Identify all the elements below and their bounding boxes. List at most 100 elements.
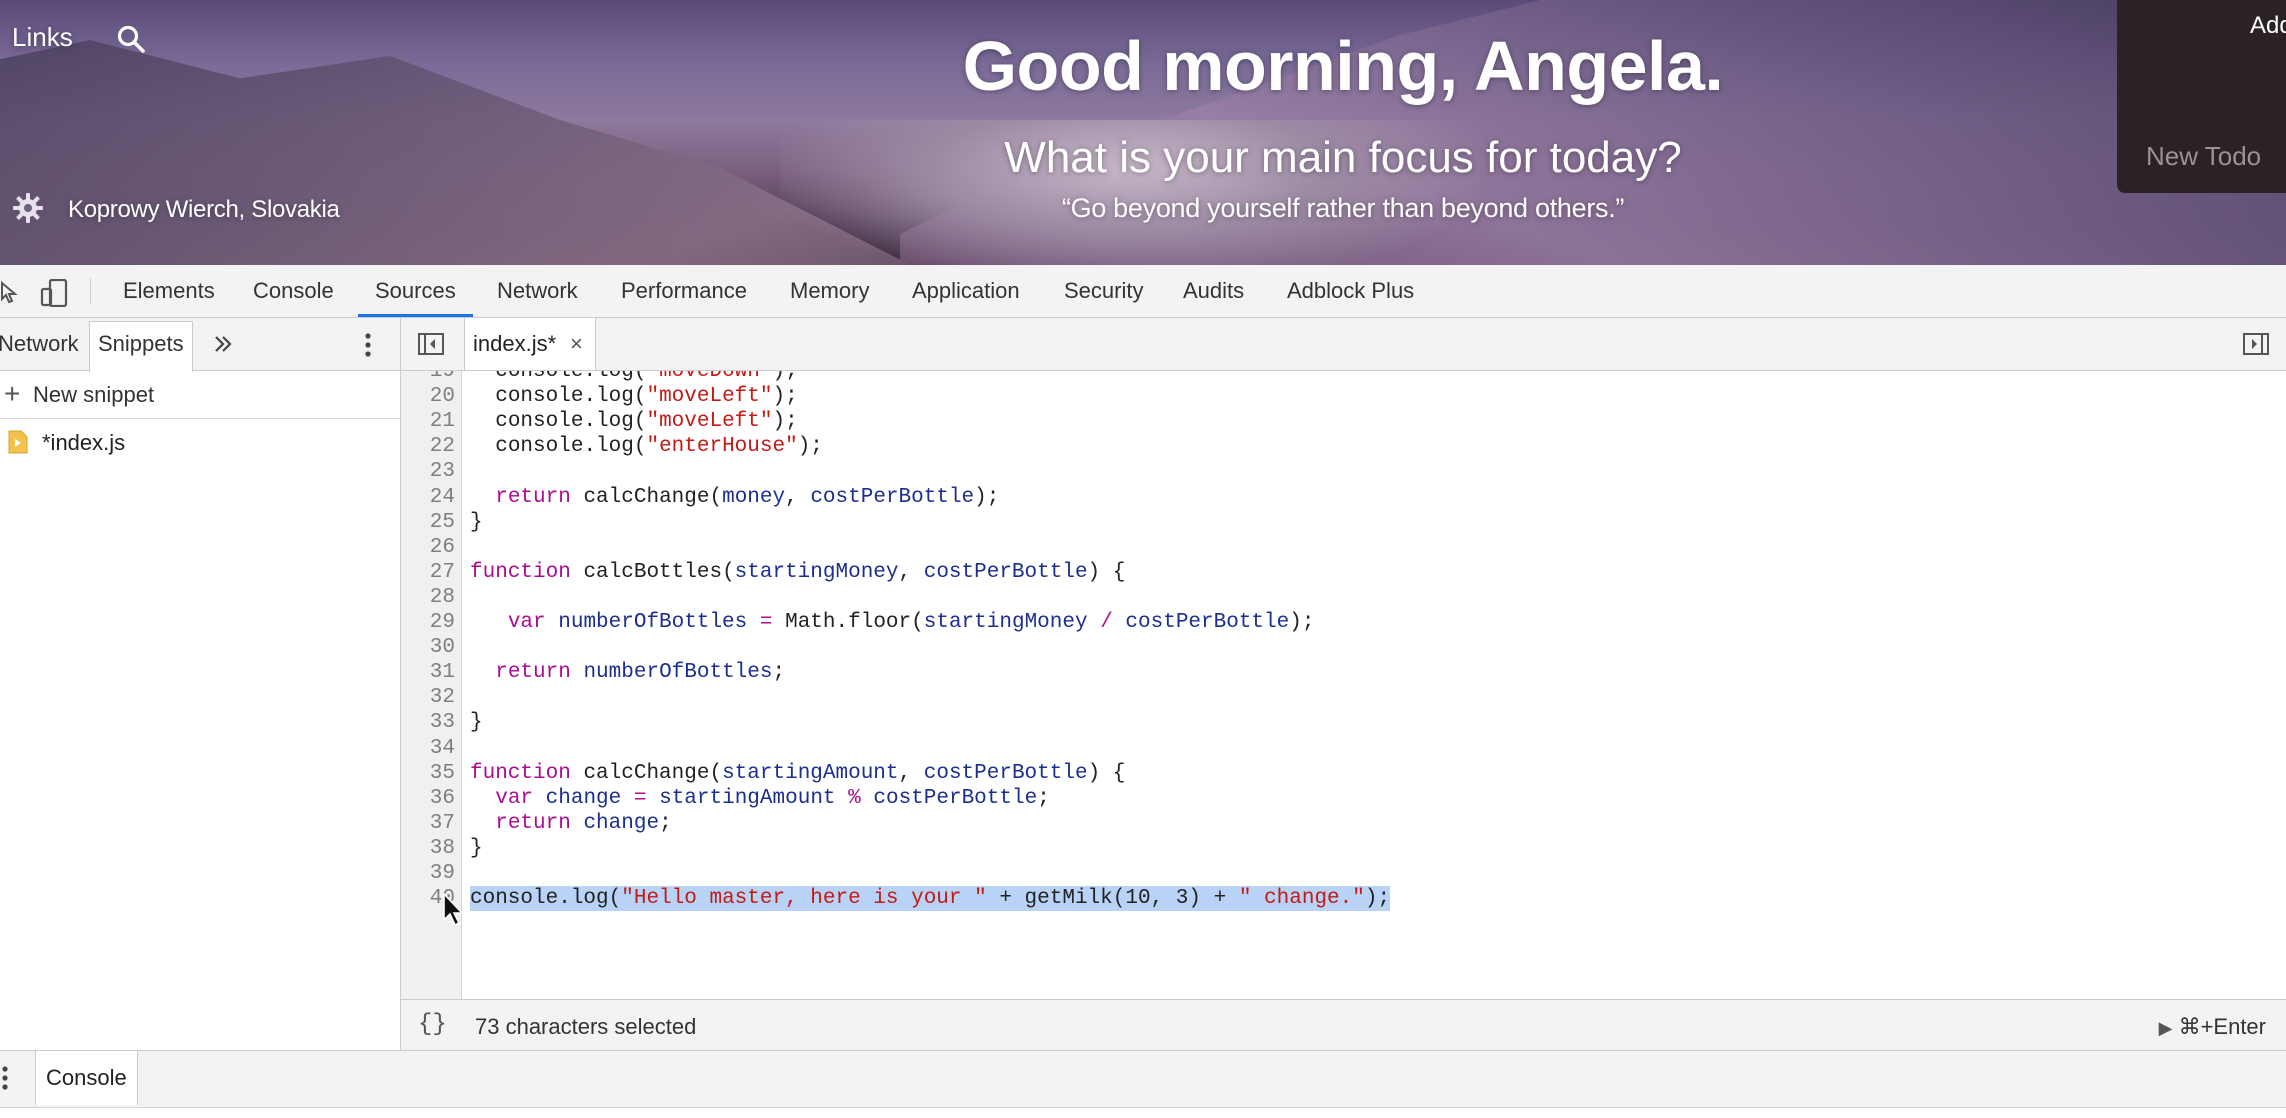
todo-add-label[interactable]: Add [2250,12,2286,40]
code-line[interactable]: 20 console.log("moveLeft"); [401,384,2286,409]
code-line[interactable]: 22 console.log("enterHouse"); [401,434,2286,459]
line-number[interactable]: 31 [401,660,455,685]
line-number[interactable]: 19 [401,371,455,384]
tab-adblock-plus[interactable]: Adblock Plus [1287,265,1414,317]
code-text: } [470,711,483,735]
console-drawer: Console [0,1050,2286,1118]
code-line[interactable]: 21 console.log("moveLeft"); [401,409,2286,434]
line-number[interactable]: 24 [401,485,455,510]
gear-icon[interactable] [12,192,44,224]
line-number[interactable]: 32 [401,685,455,710]
newtab-background: Links Good morning, Angela. What is your… [0,0,2286,265]
tab-memory[interactable]: Memory [790,265,869,317]
selected-code: console.log("Hello master, here is your … [470,886,1391,912]
line-number[interactable]: 38 [401,836,455,861]
editor-tabbar: index.js* × [401,318,2286,371]
devtools-tabbar: Elements Console Sources Network Perform… [0,265,2286,318]
line-number[interactable]: 36 [401,786,455,811]
drawer-menu-icon[interactable] [0,1065,10,1091]
tab-audits[interactable]: Audits [1183,265,1244,317]
code-text: console.log("enterHouse"); [495,435,823,459]
code-line[interactable]: 38} [401,836,2286,861]
more-vertical-icon[interactable] [363,332,373,358]
line-number[interactable]: 20 [401,384,455,409]
line-number[interactable]: 37 [401,811,455,836]
line-number[interactable]: 28 [401,585,455,610]
code-editor[interactable]: 19 console.log("moveDown"); 20 console.lo… [401,371,2286,999]
code-text: console.log("moveLeft"); [495,385,798,409]
todo-panel: Add New Todo [2117,0,2286,193]
code-text: console.log("moveLeft"); [495,410,798,434]
editor-tab-index-js[interactable]: index.js* × [464,318,596,370]
line-number[interactable]: 23 [401,459,455,484]
code-text: function calcChange(startingAmount, cost… [470,761,1126,785]
run-snippet-button[interactable]: ▶ ⌘+Enter [2159,1014,2266,1040]
code-line[interactable]: 31 return numberOfBottles; [401,660,2286,685]
code-line[interactable]: 37 return change; [401,811,2286,836]
tab-elements[interactable]: Elements [123,265,215,317]
tab-network[interactable]: Network [497,265,578,317]
editor-statusbar: {} 73 characters selected ▶ ⌘+Enter [401,999,2286,1051]
line-number[interactable]: 33 [401,710,455,735]
line-number[interactable]: 25 [401,510,455,535]
close-icon[interactable]: × [570,331,583,357]
code-line[interactable]: 24 return calcChange(money, costPerBottl… [401,485,2286,510]
chevron-double-right-icon[interactable] [213,334,233,354]
code-line[interactable]: 27 function calcBottles(startingMoney, co… [401,560,2286,585]
code-text: console.log("moveDown"); [495,371,798,383]
line-number[interactable]: 22 [401,434,455,459]
tab-performance[interactable]: Performance [621,265,747,317]
line-number[interactable]: 30 [401,635,455,660]
snippet-file-item[interactable]: *index.js [0,418,400,464]
line-number[interactable]: 26 [401,535,455,560]
pretty-print-icon[interactable]: {} [418,1011,447,1038]
snippet-file-name: *index.js [42,430,126,455]
tab-security[interactable]: Security [1064,265,1143,317]
code-line[interactable]: 19 console.log("moveDown"); [401,371,2286,384]
navigator-tab-network[interactable]: Network [0,318,79,370]
line-number[interactable]: 35 [401,761,455,786]
code-text: function calcBottles(startingMoney, cost… [470,560,1126,584]
greeting: Good morning, Angela. [962,27,1724,105]
code-line[interactable]: 26 [401,535,2286,560]
photo-location[interactable]: Koprowy Wierch, Slovakia [68,196,340,224]
code-line[interactable]: 35 function calcChange(startingAmount, co… [401,761,2286,786]
code-text: var numberOfBottles = Math.floor(startin… [507,611,1315,634]
tab-application[interactable]: Application [912,265,1020,317]
new-todo-input[interactable]: New Todo [2146,141,2261,172]
line-number[interactable]: 27 [401,560,455,585]
code-line[interactable]: 25} [401,510,2286,535]
toolbar-divider [90,278,91,304]
code-text: return calcChange(money, costPerBottle); [495,485,1000,509]
focus-prompt[interactable]: What is your main focus for today? [0,133,2286,183]
new-snippet-label: New snippet [33,382,155,407]
code-line[interactable]: 33} [401,710,2286,735]
plus-icon: + [4,378,21,409]
code-line[interactable]: 40 console.log("Hello master, here is you… [401,886,2286,912]
code-line[interactable]: 34 [401,736,2286,761]
code-line[interactable]: 30 [401,635,2286,660]
code-line[interactable]: 36 var change = startingAmount % costPer… [401,786,2286,811]
code-line[interactable]: 32 [401,685,2286,710]
tab-sources[interactable]: Sources [358,265,473,317]
line-number[interactable]: 39 [401,861,455,886]
device-toolbar-icon[interactable] [40,279,70,307]
toggle-debugger-icon[interactable] [2243,333,2269,355]
line-number[interactable]: 29 [401,610,455,635]
navigator-tab-snippets[interactable]: Snippets [89,321,193,372]
line-number[interactable]: 21 [401,409,455,434]
code-text: return numberOfBottles; [495,661,786,685]
inspect-element-icon[interactable] [0,279,22,305]
toggle-navigator-icon[interactable] [418,333,444,355]
drawer-tab-console[interactable]: Console [35,1051,138,1105]
code-line[interactable]: 23 [401,459,2286,484]
code-line[interactable]: 29 var numberOfBottles = Math.floor(star… [401,610,2286,635]
new-snippet-button[interactable]: + New snippet [0,370,400,419]
selection-status: 73 characters selected [475,1014,697,1039]
tab-console[interactable]: Console [253,265,334,317]
code-line[interactable]: 39 [401,861,2286,886]
code-text: var change = startingAmount % costPerBot… [495,786,1050,810]
sources-navigator: Network Snippets + New snippet *index.js [0,318,401,1050]
code-line[interactable]: 28 [401,585,2286,610]
line-number[interactable]: 34 [401,736,455,761]
